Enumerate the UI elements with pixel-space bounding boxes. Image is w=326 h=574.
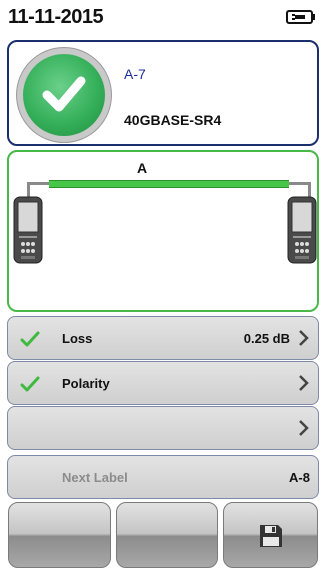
loss-label: Loss	[62, 331, 93, 346]
chevron-right-icon	[299, 330, 309, 346]
loss-row[interactable]: Loss 0.25 dB	[7, 316, 319, 360]
fiber-lead-left	[27, 182, 49, 185]
polarity-row[interactable]: Polarity	[7, 361, 319, 405]
date-display: 11-11-2015	[8, 6, 104, 28]
check-icon	[20, 331, 40, 347]
softkey-2[interactable]	[116, 502, 218, 568]
status-bar: 11-11-2015	[0, 0, 326, 34]
chevron-right-icon	[299, 375, 309, 391]
fiber-diagram: A	[7, 150, 319, 312]
save-icon	[260, 525, 282, 547]
battery-plug-icon	[286, 10, 315, 24]
chevron-right-icon	[299, 420, 309, 436]
next-label-label: Next Label	[62, 470, 128, 485]
check-circle-icon	[23, 54, 105, 136]
next-label-value: A-8	[289, 470, 310, 485]
loss-value: 0.25 dB	[243, 331, 290, 346]
empty-row[interactable]	[7, 406, 319, 450]
fiber-label: A	[137, 160, 148, 176]
polarity-label: Polarity	[62, 376, 110, 391]
tester-device-icon	[13, 196, 43, 264]
cable-type: 40GBASE-SR4	[124, 112, 222, 128]
save-button[interactable]	[223, 502, 318, 568]
fiber-link	[49, 180, 289, 188]
tester-device-icon	[287, 196, 317, 264]
result-card[interactable]: A-7 40GBASE-SR4	[7, 40, 319, 146]
cable-label: A-7	[124, 66, 146, 82]
check-icon	[20, 376, 40, 392]
softkey-1[interactable]	[8, 502, 111, 568]
next-label-row[interactable]: Next Label A-8	[7, 455, 319, 499]
